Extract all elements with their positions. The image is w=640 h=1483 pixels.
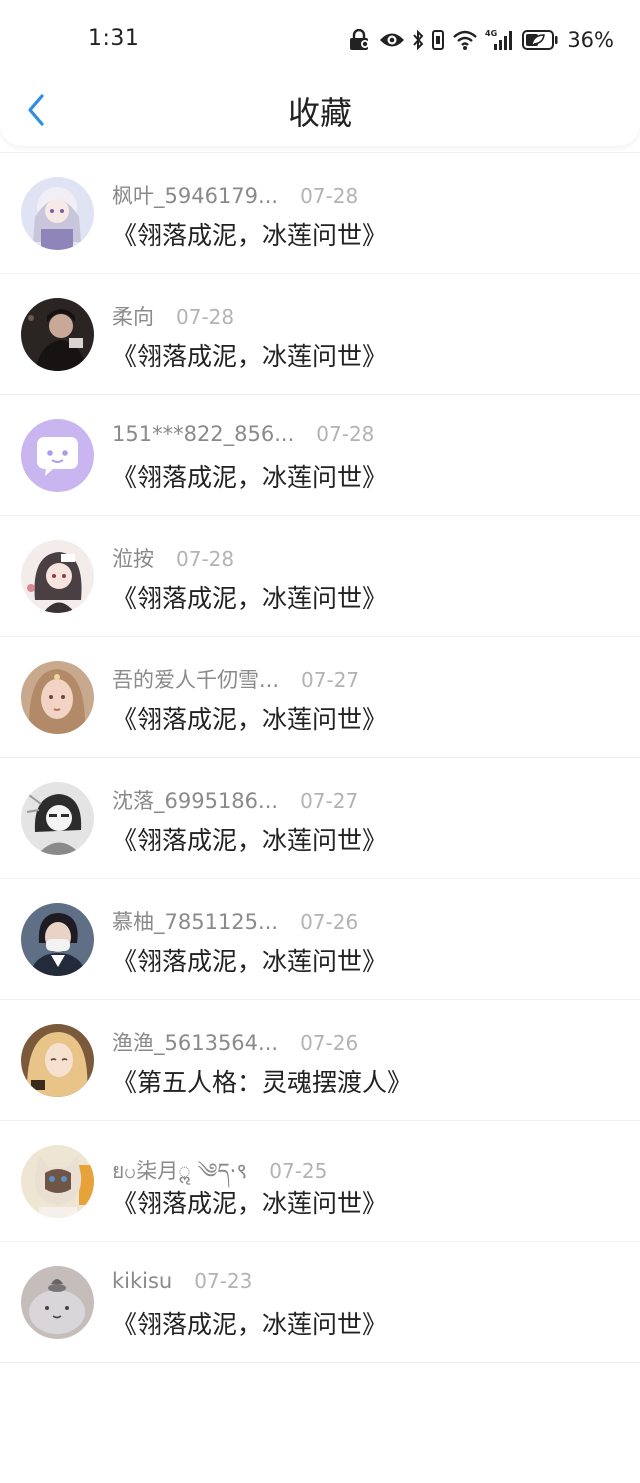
signal-icon: 4G: [485, 28, 515, 52]
book-title[interactable]: 《翎落成泥，冰莲问世》: [112, 216, 387, 252]
avatar[interactable]: [21, 1024, 94, 1097]
status-time: 1:31: [88, 26, 140, 51]
app-header: 1:31 4G 36% 收藏: [0, 0, 640, 146]
favorite-date: 07-23: [194, 1269, 253, 1293]
username[interactable]: 涖按: [112, 543, 154, 573]
favorite-item-partial[interactable]: [0, 1362, 640, 1483]
favorite-date: 07-26: [300, 1031, 359, 1055]
favorite-date: 07-28: [316, 422, 375, 446]
favorites-list: 枫叶_5946179... 07-28 《翎落成泥，冰莲问世》 柔向 07-28…: [0, 152, 640, 1483]
favorite-meta: 慕柚_7851125... 07-26: [112, 906, 358, 936]
favorite-item[interactable]: 枫叶_5946179... 07-28 《翎落成泥，冰莲问世》: [0, 152, 640, 273]
favorite-item[interactable]: 吾的爱人千仞雪... 07-27 《翎落成泥，冰莲问世》: [0, 636, 640, 757]
favorite-date: 07-28: [300, 184, 359, 208]
wifi-icon: [452, 29, 478, 51]
status-icons: 4G 36%: [348, 26, 614, 54]
username[interactable]: 柔向: [112, 301, 154, 331]
lock-icon: [348, 29, 372, 51]
avatar[interactable]: [21, 177, 94, 250]
favorite-date: 07-28: [176, 547, 235, 571]
avatar[interactable]: [21, 1145, 94, 1218]
username[interactable]: 151***822_856...: [112, 422, 294, 446]
favorite-meta: 涖按 07-28: [112, 543, 234, 573]
favorite-meta: 151***822_856... 07-28: [112, 422, 374, 452]
favorite-date: 07-27: [300, 789, 359, 813]
battery-percent: 36%: [567, 28, 614, 52]
username[interactable]: 枫叶_5946179...: [112, 180, 278, 210]
vibrate-icon: [431, 29, 445, 51]
username[interactable]: 渔渔_5613564...: [112, 1027, 278, 1057]
status-bar: 1:31 4G 36%: [0, 0, 640, 80]
avatar[interactable]: [21, 298, 94, 371]
favorite-item[interactable]: 151***822_856... 07-28 《翎落成泥，冰莲问世》: [0, 394, 640, 515]
favorite-meta: 柔向 07-28: [112, 301, 234, 331]
username[interactable]: 慕柚_7851125...: [112, 906, 278, 936]
favorite-item[interactable]: 柔向 07-28 《翎落成泥，冰莲问世》: [0, 273, 640, 394]
book-title[interactable]: 《翎落成泥，冰莲问世》: [112, 1305, 387, 1341]
avatar[interactable]: [21, 782, 94, 855]
favorite-item[interactable]: 渔渔_5613564... 07-26 《第五人格：灵魂摆渡人》: [0, 999, 640, 1120]
avatar[interactable]: [21, 903, 94, 976]
favorite-item[interactable]: 沈落_6995186... 07-27 《翎落成泥，冰莲问世》: [0, 757, 640, 878]
svg-text:4G: 4G: [485, 29, 497, 38]
username[interactable]: 吾的爱人千仞雪...: [112, 664, 279, 694]
favorite-meta: ยပ柒月ॢ ༄ད·९ 07-25: [112, 1148, 327, 1183]
avatar[interactable]: [21, 1266, 94, 1339]
page-title: 收藏: [287, 94, 352, 132]
favorite-meta: 渔渔_5613564... 07-26: [112, 1027, 358, 1057]
username[interactable]: kikisu: [112, 1269, 172, 1293]
favorite-meta: 吾的爱人千仞雪... 07-27: [112, 664, 359, 694]
username[interactable]: 沈落_6995186...: [112, 785, 278, 815]
favorite-item[interactable]: 涖按 07-28 《翎落成泥，冰莲问世》: [0, 515, 640, 636]
navigation-bar: 收藏: [0, 82, 640, 142]
book-title[interactable]: 《翎落成泥，冰莲问世》: [112, 579, 387, 615]
avatar[interactable]: [21, 661, 94, 734]
favorite-date: 07-27: [301, 668, 360, 692]
favorite-meta: 枫叶_5946179... 07-28: [112, 180, 358, 210]
favorite-item[interactable]: kikisu 07-23 《翎落成泥，冰莲问世》: [0, 1241, 640, 1362]
favorite-meta: kikisu 07-23: [112, 1269, 252, 1299]
bluetooth-icon: [412, 29, 424, 51]
favorite-date: 07-26: [300, 910, 359, 934]
book-title[interactable]: 《第五人格：灵魂摆渡人》: [112, 1063, 412, 1099]
favorite-item[interactable]: ยပ柒月ॢ ༄ད·९ 07-25 《翎落成泥，冰莲问世》: [0, 1120, 640, 1241]
book-title[interactable]: 《翎落成泥，冰莲问世》: [112, 458, 387, 494]
favorite-date: 07-28: [176, 305, 235, 329]
favorite-item[interactable]: 慕柚_7851125... 07-26 《翎落成泥，冰莲问世》: [0, 878, 640, 999]
book-title[interactable]: 《翎落成泥，冰莲问世》: [112, 821, 387, 857]
book-title[interactable]: 《翎落成泥，冰莲问世》: [112, 942, 387, 978]
book-title[interactable]: 《翎落成泥，冰莲问世》: [112, 700, 387, 736]
favorite-meta: 沈落_6995186... 07-27: [112, 785, 358, 815]
battery-saver-icon: [522, 29, 558, 51]
eye-icon: [379, 31, 405, 49]
avatar[interactable]: [21, 540, 94, 613]
book-title[interactable]: 《翎落成泥，冰莲问世》: [112, 337, 387, 373]
favorite-date: 07-25: [269, 1159, 328, 1183]
avatar[interactable]: [21, 419, 94, 492]
book-title[interactable]: 《翎落成泥，冰莲问世》: [112, 1184, 387, 1220]
